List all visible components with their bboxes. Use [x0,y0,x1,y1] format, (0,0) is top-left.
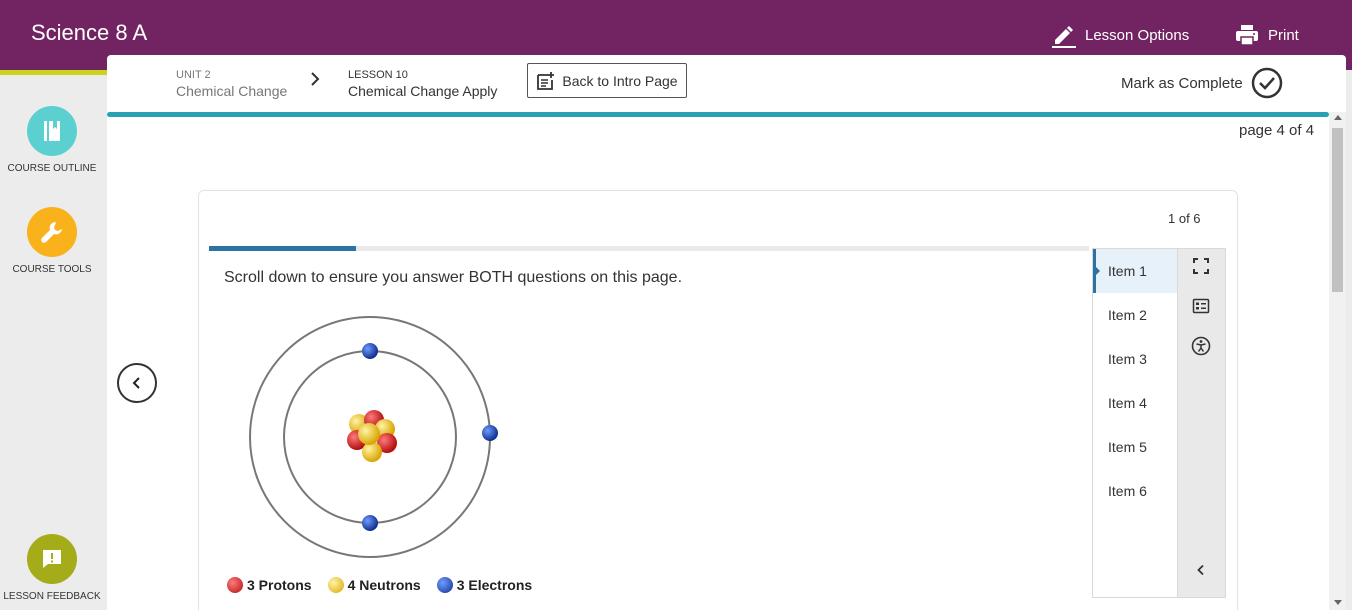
lithium-atom-diagram [249,316,498,558]
print-label: Print [1268,26,1299,44]
unit-title: Chemical Change [176,83,288,99]
page-scrollbar[interactable] [1329,112,1346,610]
mark-complete-label: Mark as Complete [1121,74,1243,92]
check-circle-icon [1251,67,1282,99]
legend-electrons: 3 Electrons [436,577,533,593]
scrollbar-thumb[interactable] [1332,128,1343,292]
atom-legend: 3 Protons 4 Neutrons 3 Electrons [227,577,532,593]
previous-page-button[interactable] [117,363,157,403]
legend-neutrons: 4 Neutrons [327,577,421,593]
nucleus [347,410,397,462]
course-tools-label: COURSE TOOLS [12,264,92,275]
chevron-left-icon [132,377,140,389]
item-nav-3[interactable]: Item 3 [1093,337,1177,381]
lesson-options-label: Lesson Options [1085,26,1190,44]
lesson-options-button[interactable]: Lesson Options [1051,22,1189,48]
lesson-feedback-label: LESSON FEEDBACK [3,591,101,602]
page-indicator: page 4 of 4 [1239,122,1315,139]
book-icon [44,121,60,141]
back-to-intro-label: Back to Intro Page [562,72,678,89]
chevron-right-icon [311,72,320,86]
lesson-title: Chemical Change Apply [348,83,498,99]
back-to-intro-button[interactable]: Back to Intro Page [527,63,687,98]
course-outline-label: COURSE OUTLINE [7,163,97,174]
document-add-icon [537,71,555,90]
legend-neutrons-label: 4 Neutrons [347,577,421,593]
item-nav-1[interactable]: Item 1 [1093,249,1177,293]
accessibility-icon [1191,336,1211,356]
instructions-text: Scroll down to ensure you answer BOTH qu… [224,269,683,286]
course-title: Science 8 A [31,20,148,45]
lesson-progress-bar [107,112,1329,117]
course-tools-button[interactable]: COURSE TOOLS [0,207,104,275]
legend-electrons-label: 3 Electrons [456,577,533,593]
item-nav-4[interactable]: Item 4 [1093,381,1177,425]
chevron-left-icon [1197,564,1204,576]
item-tools-column [1178,248,1226,598]
neutron-swatch [327,577,344,593]
lesson-feedback-button[interactable]: LESSON FEEDBACK [0,534,104,602]
print-button[interactable]: Print [1234,22,1299,48]
mark-complete-button[interactable]: Mark as Complete [1121,67,1283,99]
item-nav-2[interactable]: Item 2 [1093,293,1177,337]
pencil-icon [1052,26,1076,48]
item-nav-6[interactable]: Item 6 [1093,469,1177,513]
electron [482,425,498,441]
breadcrumb-lesson: LESSON 10 Chemical Change Apply [348,67,497,99]
fullscreen-icon [1193,258,1209,274]
lesson-label: LESSON 10 [348,69,408,81]
printer-icon [1236,25,1258,46]
activity-card: 1 of 6 Scroll down to ensure you answer … [198,190,1238,610]
item-nav-5[interactable]: Item 5 [1093,425,1177,469]
checklist-icon [1192,298,1210,314]
brand-accent-strip [0,70,110,75]
fullscreen-button[interactable] [1190,255,1212,277]
electron [362,515,378,531]
course-tools-circle [27,207,77,257]
legend-protons-label: 3 Protons [247,577,312,593]
electron [362,343,378,359]
proton-swatch [227,577,243,593]
feedback-icon [43,550,61,568]
breadcrumb-unit[interactable]: UNIT 2 Chemical Change [176,67,287,99]
legend-protons: 3 Protons [227,577,312,593]
unit-label: UNIT 2 [176,69,211,81]
item-navigation: Item 1 Item 2 Item 3 Item 4 Item 5 Item … [1092,248,1178,598]
item-progress-fill [209,246,356,251]
course-outline-circle [27,106,77,156]
accessibility-button[interactable] [1190,335,1212,357]
item-progress-bar [209,246,1089,251]
lesson-feedback-circle [27,534,77,584]
item-list-button[interactable] [1190,295,1212,317]
scroll-down-arrow[interactable] [1334,600,1342,605]
wrench-icon [41,222,62,243]
lesson-content-panel: UNIT 2 Chemical Change LESSON 10 Chemica… [107,55,1346,610]
electron-swatch [436,577,453,593]
item-counter: 1 of 6 [1168,211,1201,226]
scroll-up-arrow[interactable] [1334,115,1342,120]
course-outline-button[interactable]: COURSE OUTLINE [0,106,104,174]
collapse-panel-button[interactable] [1190,559,1212,581]
